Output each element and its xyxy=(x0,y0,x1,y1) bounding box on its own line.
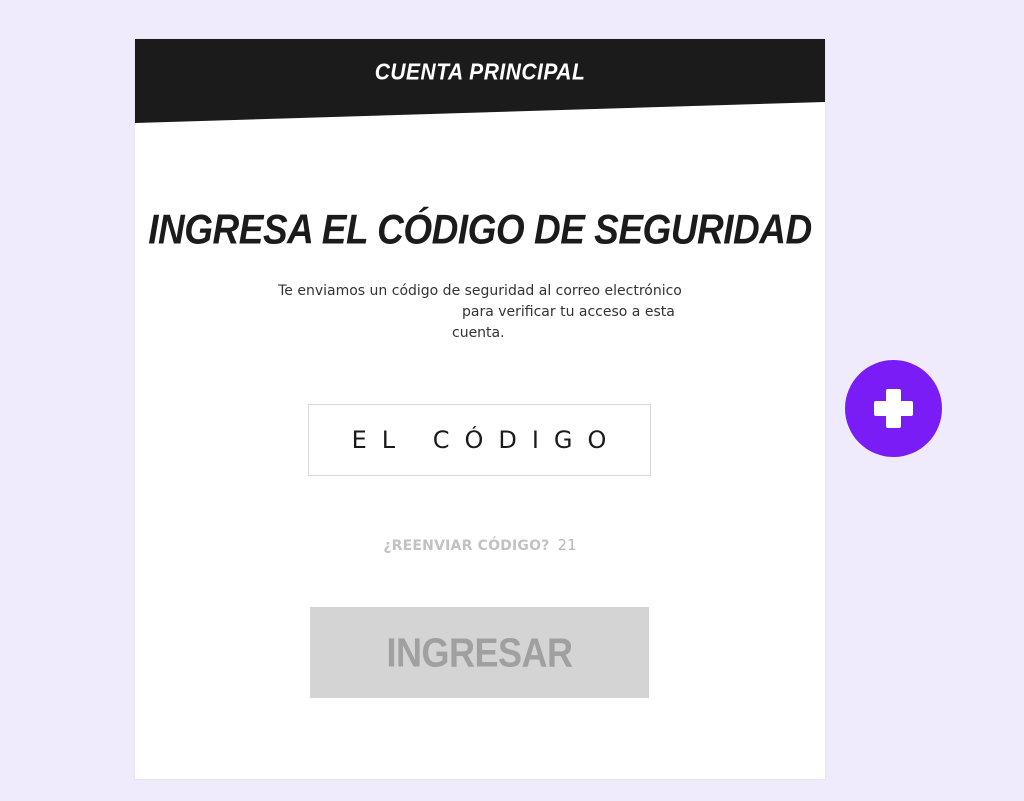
security-code-input[interactable] xyxy=(308,404,651,476)
header-title: CUENTA PRINCIPAL xyxy=(374,60,586,85)
submit-button[interactable]: INGRESAR xyxy=(310,607,649,698)
add-button[interactable] xyxy=(845,360,942,457)
instructions-line-2: para verificar tu acceso a esta xyxy=(462,304,675,320)
instructions-line-3: cuenta. xyxy=(452,325,505,341)
resend-code-link[interactable]: ¿REENVIAR CÓDIGO? xyxy=(383,538,549,554)
page-title: INGRESA EL CÓDIGO DE SEGURIDAD xyxy=(148,206,812,253)
instructions-text: Te enviamos un código de seguridad al co… xyxy=(260,281,700,344)
resend-row: ¿REENVIAR CÓDIGO? 21 xyxy=(135,536,825,554)
resend-countdown: 21 xyxy=(557,536,577,554)
login-card: CUENTA PRINCIPAL INGRESA EL CÓDIGO DE SE… xyxy=(135,39,825,779)
instructions-line-1: Te enviamos un código de seguridad al co… xyxy=(278,283,682,299)
plus-icon xyxy=(874,389,913,428)
submit-button-label: INGRESAR xyxy=(386,628,573,675)
